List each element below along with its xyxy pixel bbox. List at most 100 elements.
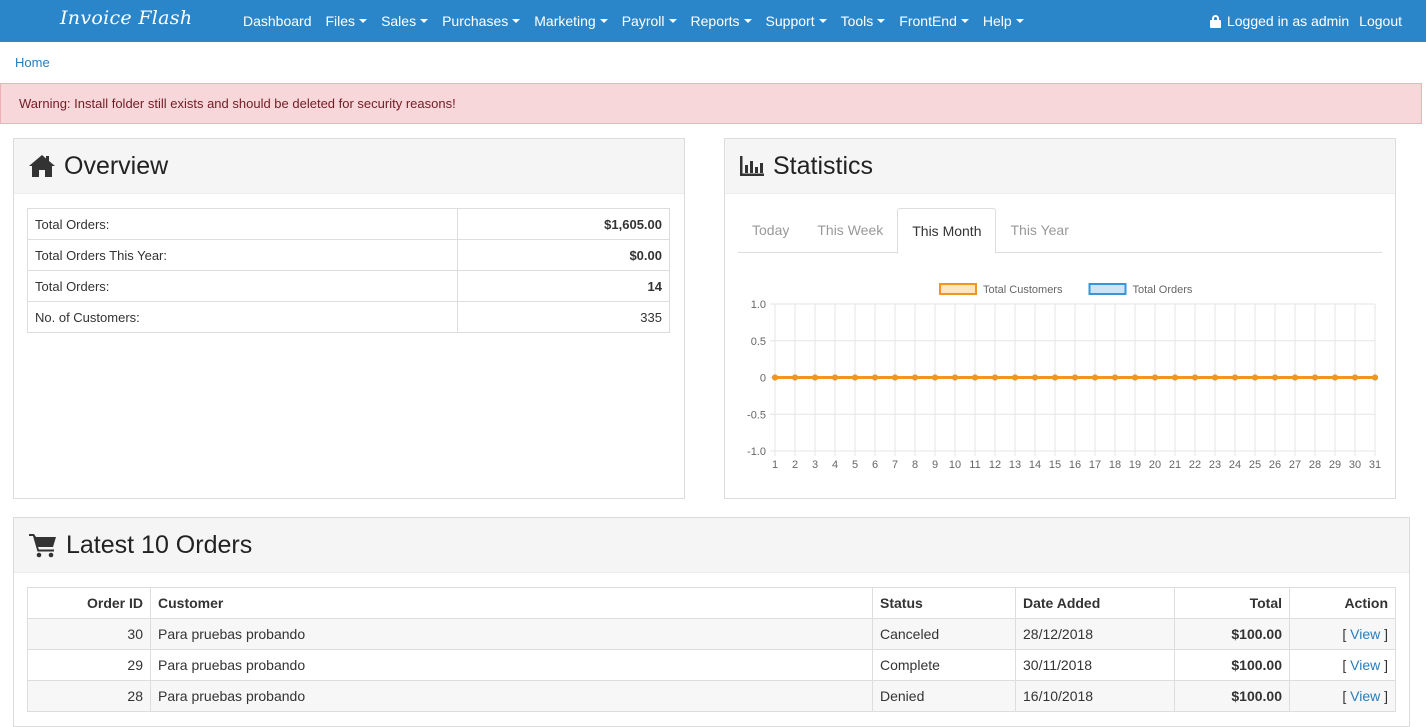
- nav-tools[interactable]: Tools: [834, 13, 893, 29]
- overview-header: Overview: [14, 139, 684, 194]
- legend-swatch: [1088, 283, 1127, 295]
- caret-down-icon: [818, 19, 827, 23]
- overview-table: Total Orders: $1,605.00 Total Orders Thi…: [27, 208, 670, 333]
- statistics-line-chart: Total Customers Total Orders 1.0 0.5 0 -0.5 -1…: [747, 283, 1381, 471]
- data-point: [1272, 374, 1278, 381]
- order-id: 30: [27, 618, 151, 650]
- nav-item-label: Support: [765, 13, 815, 29]
- table-row: 29 Para pruebas probando Complete 30/11/…: [27, 649, 1396, 681]
- brand-logo[interactable]: Invoice Flash: [60, 7, 192, 29]
- y-tick-label: 0.5: [751, 336, 766, 348]
- tab-today[interactable]: Today: [738, 208, 803, 253]
- x-tick-label: 13: [1009, 459, 1021, 471]
- x-tick-label: 26: [1269, 459, 1281, 471]
- nav-item-label: Sales: [381, 13, 417, 29]
- overview-label: Total Orders:: [27, 270, 458, 302]
- nav-payroll[interactable]: Payroll: [615, 13, 684, 29]
- x-tick-label: 3: [812, 459, 818, 471]
- tab-this-week[interactable]: This Week: [803, 208, 897, 253]
- data-point: [1252, 374, 1258, 381]
- overview-label: No. of Customers:: [27, 301, 458, 333]
- data-point: [872, 374, 878, 381]
- x-tick-label: 4: [832, 459, 838, 471]
- y-tick-label: -1.0: [747, 446, 766, 458]
- user-area: Logged in as admin Logout: [1209, 0, 1402, 42]
- legend-label: Total Customers: [983, 284, 1063, 296]
- order-date: 30/11/2018: [1015, 649, 1175, 681]
- nav-sales[interactable]: Sales: [374, 13, 435, 29]
- data-point: [1032, 374, 1038, 381]
- latest-orders-panel: Latest 10 Orders Order ID Customer Statu…: [13, 517, 1410, 727]
- x-tick-label: 11: [969, 459, 980, 471]
- x-tick-label: 7: [892, 459, 898, 471]
- data-point: [832, 374, 838, 381]
- order-status: Canceled: [872, 618, 1016, 650]
- x-tick-label: 28: [1309, 459, 1321, 471]
- nav-frontend[interactable]: FrontEnd: [892, 13, 976, 29]
- col-status[interactable]: Status: [872, 587, 1016, 619]
- overview-row: Total Orders: 14: [27, 270, 670, 302]
- view-order-link[interactable]: View: [1350, 626, 1380, 642]
- data-point: [1012, 374, 1018, 381]
- nav-reports[interactable]: Reports: [684, 13, 759, 29]
- x-tick-label: 22: [1189, 459, 1201, 471]
- order-customer: Para pruebas probando: [150, 649, 873, 681]
- x-tick-label: 1: [772, 459, 778, 471]
- view-order-link[interactable]: View: [1350, 657, 1380, 673]
- nav-dashboard[interactable]: Dashboard: [236, 13, 319, 29]
- x-tick-label: 12: [989, 459, 1001, 471]
- warning-alert: Warning: Install folder still exists and…: [0, 83, 1422, 124]
- x-tick-label: 29: [1329, 459, 1341, 471]
- caret-down-icon: [877, 19, 886, 23]
- breadcrumb-home[interactable]: Home: [15, 55, 50, 70]
- order-action: [ View ]: [1289, 618, 1396, 650]
- legend-swatch: [939, 283, 977, 295]
- y-tick-label: 0: [760, 373, 766, 385]
- nav-marketing[interactable]: Marketing: [527, 13, 614, 29]
- x-tick-label: 18: [1109, 459, 1121, 471]
- orders-title: Latest 10 Orders: [66, 530, 253, 559]
- y-tick-label: 1.0: [751, 299, 766, 311]
- view-order-link[interactable]: View: [1350, 688, 1380, 704]
- nav-help[interactable]: Help: [976, 13, 1031, 29]
- lock-icon: [1209, 14, 1221, 28]
- logged-in-text: Logged in as admin: [1226, 13, 1350, 29]
- caret-down-icon: [599, 19, 608, 23]
- overview-value: $1,605.00: [457, 208, 670, 240]
- overview-title: Overview: [64, 151, 169, 180]
- nav-files[interactable]: Files: [319, 13, 375, 29]
- caret-down-icon: [420, 19, 429, 23]
- data-point: [1312, 374, 1318, 381]
- statistics-header: Statistics: [725, 139, 1395, 194]
- col-total[interactable]: Total: [1174, 587, 1290, 619]
- x-tick-label: 23: [1209, 459, 1221, 471]
- x-tick-label: 24: [1229, 459, 1241, 471]
- home-icon: [29, 155, 55, 177]
- x-tick-label: 17: [1089, 459, 1101, 471]
- legend-label: Total Orders: [1133, 284, 1193, 296]
- x-tick-label: 15: [1049, 459, 1061, 471]
- orders-table: Order ID Customer Status Date Added Tota…: [27, 587, 1396, 712]
- table-row: 28 Para pruebas probando Denied 16/10/20…: [27, 680, 1396, 712]
- col-customer[interactable]: Customer: [150, 587, 873, 619]
- overview-label: Total Orders This Year:: [27, 239, 458, 271]
- nav-support[interactable]: Support: [759, 13, 834, 29]
- y-tick-label: -0.5: [747, 409, 766, 421]
- shopping-cart-icon: [29, 534, 56, 558]
- data-point: [792, 374, 798, 381]
- order-action: [ View ]: [1289, 680, 1396, 712]
- tab-this-month[interactable]: This Month: [897, 208, 997, 254]
- col-action: Action: [1289, 587, 1396, 619]
- overview-value: $0.00: [457, 239, 670, 271]
- col-date-added[interactable]: Date Added: [1015, 587, 1175, 619]
- nav-item-label: Dashboard: [243, 13, 312, 29]
- col-order-id[interactable]: Order ID: [27, 587, 151, 619]
- x-tick-label: 30: [1349, 459, 1361, 471]
- tab-this-year[interactable]: This Year: [996, 208, 1082, 253]
- overview-value: 14: [457, 270, 670, 302]
- nav-purchases[interactable]: Purchases: [435, 13, 527, 29]
- logout-link[interactable]: Logout: [1359, 13, 1402, 29]
- x-tick-label: 25: [1249, 459, 1261, 471]
- data-point: [1192, 374, 1198, 381]
- order-customer: Para pruebas probando: [150, 618, 873, 650]
